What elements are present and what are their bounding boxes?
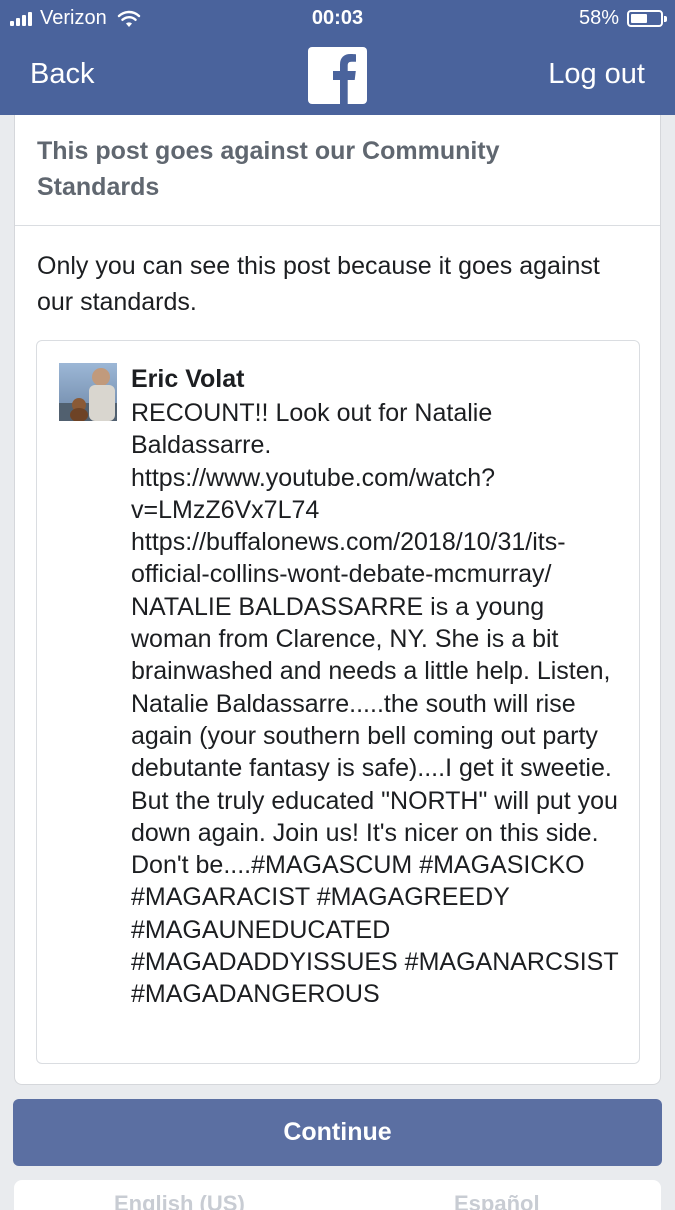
- language-link-spanish[interactable]: Español: [454, 1191, 540, 1210]
- status-bar: Verizon 00:03 58%: [0, 0, 675, 38]
- card-header: This post goes against our Community Sta…: [15, 115, 660, 226]
- community-standards-card: This post goes against our Community Sta…: [14, 115, 661, 1085]
- logout-button[interactable]: Log out: [548, 58, 645, 91]
- battery-icon: [627, 10, 667, 27]
- post-text: RECOUNT!! Look out for Natalie Baldassar…: [131, 399, 619, 1009]
- notice-text: Only you can see this post because it go…: [37, 252, 600, 316]
- battery-info: 58%: [578, 7, 667, 30]
- language-link-english[interactable]: English (US): [114, 1191, 245, 1210]
- avatar: [59, 363, 117, 421]
- post-author[interactable]: Eric Volat: [131, 365, 244, 394]
- top-bar: Verizon 00:03 58% Back Log out: [0, 0, 675, 115]
- card-title: This post goes against our Community Sta…: [37, 137, 500, 201]
- continue-button[interactable]: Continue: [13, 1099, 662, 1166]
- facebook-logo-icon: [308, 47, 367, 104]
- language-footer: English (US) Español: [14, 1180, 661, 1210]
- battery-percent: 58%: [578, 7, 619, 29]
- status-time: 00:03: [311, 7, 364, 29]
- back-button[interactable]: Back: [30, 58, 94, 91]
- post-preview: Eric Volat RECOUNT!! Look out for Natali…: [36, 340, 640, 1064]
